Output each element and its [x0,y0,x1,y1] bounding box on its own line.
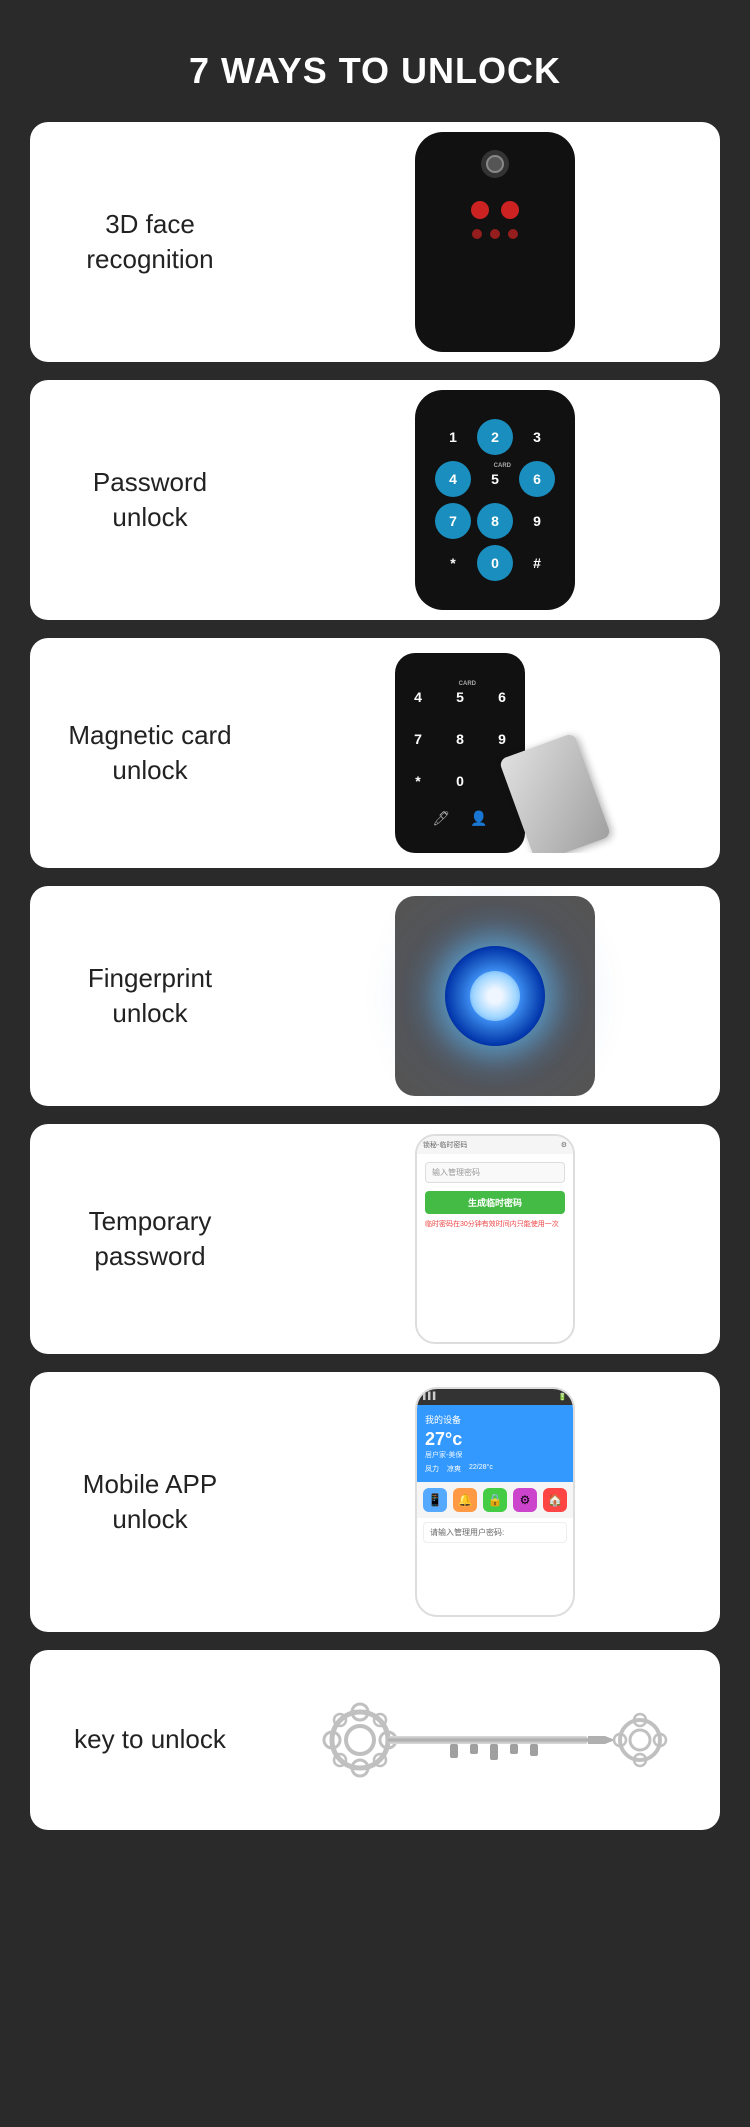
mobile-app-unlock-label: Mobile APPunlock [30,1447,270,1557]
temporary-password-label: Temporarypassword [30,1184,270,1294]
card-password-unlock: Passwordunlock 1 2 3 4 5CARD 6 7 8 9 * 0… [30,380,720,620]
temp-app-phone: 锁秘-临时密码 ⚙ 输入管理密码 生成临时密码 临时密码在30分钟有效时间内只能… [415,1134,575,1344]
mag-keypad: 4 5CARD 6 7 8 9 * 0 🖊 👤 [395,653,525,853]
key-visual-container [270,1690,720,1790]
face-phone [415,132,575,352]
bottom-dot-3 [508,229,518,239]
mag-key-5: 5CARD [442,679,478,715]
key-6: 6 [519,461,555,497]
mobile-app-phone: ▌▌▌ 🔋 我的设备 27°c 居户家-美保 凤力 凉爽 22/28°c 📱 🔔… [415,1387,575,1617]
key-unlock-label: key to unlock [30,1702,270,1777]
mobile-app-header: 我的设备 27°c 居户家-美保 凤力 凉爽 22/28°c [417,1405,573,1482]
mag-key-6: 6 [484,679,520,715]
mobile-temperature: 27°c [425,1429,565,1450]
key-9: 9 [519,503,555,539]
temp-app-generate-btn[interactable]: 生成临时密码 [425,1191,565,1214]
mobile-icon-3[interactable]: 🔒 [483,1488,507,1512]
mobile-app-topbar: ▌▌▌ 🔋 [417,1389,573,1405]
ir-dot-1 [471,201,489,219]
mobile-battery-icon: 🔋 [558,1393,567,1401]
mag-bottom-icons: 🖊 👤 [432,810,487,827]
keypad-grid: 1 2 3 4 5CARD 6 7 8 9 * 0 # [435,419,555,581]
face-bottom-dots [472,229,518,239]
fingerprint-inner [470,971,520,1021]
key-star: * [435,545,471,581]
temporary-visual: 锁秘-临时密码 ⚙ 输入管理密码 生成临时密码 临时密码在30分钟有效时间内只能… [270,1124,720,1354]
password-visual: 1 2 3 4 5CARD 6 7 8 9 * 0 # [270,380,720,620]
key-visual [270,1690,720,1790]
temp-app-topbar: 锁秘-临时密码 ⚙ [417,1136,573,1154]
temp-app-settings: ⚙ [561,1141,567,1149]
key-svg [320,1700,670,1780]
face-recognition-visual [270,122,720,362]
card-face-recognition: 3D facerecognition [30,122,720,362]
mobile-stats: 凤力 凉爽 22/28°c [425,1464,565,1474]
mobile-password-input[interactable]: 请输入管理用户密码: [423,1522,567,1543]
key-0: 0 [477,545,513,581]
keypad-phone: 1 2 3 4 5CARD 6 7 8 9 * 0 # [415,390,575,610]
bottom-dot-2 [490,229,500,239]
mag-key-7: 7 [400,721,436,757]
card-temporary-password: Temporarypassword 锁秘-临时密码 ⚙ 输入管理密码 生成临时密… [30,1124,720,1354]
face-recognition-label: 3D facerecognition [30,187,270,297]
magnetic-visual: 4 5CARD 6 7 8 9 * 0 🖊 👤 [270,653,720,853]
card-mobile-app-unlock: Mobile APPunlock ▌▌▌ 🔋 我的设备 27°c 居户家-美保 … [30,1372,720,1632]
bottom-dot-1 [472,229,482,239]
mobile-date: 22/28°c [469,1464,493,1474]
mag-key-0: 0 [442,763,478,799]
temp-app-content: 输入管理密码 生成临时密码 临时密码在30分钟有效时间内只能使用一次 [417,1154,573,1342]
mag-icon-person: 👤 [470,810,487,827]
mobile-icon-4[interactable]: ⚙ [513,1488,537,1512]
key-7: 7 [435,503,471,539]
mobile-stat-2: 凉爽 [447,1464,461,1474]
key-3: 3 [519,419,555,455]
temp-app-hint: 临时密码在30分钟有效时间内只能使用一次 [425,1220,565,1230]
magnetic-unlock-label: Magnetic cardunlock [30,698,270,808]
card-key-unlock: key to unlock [30,1650,720,1830]
mobile-stat-1: 凤力 [425,1464,439,1474]
camera-icon [481,150,509,178]
mag-icon-feather: 🖊 [432,810,450,827]
mobile-device-title: 我的设备 [425,1413,565,1426]
mobile-icon-5[interactable]: 🏠 [543,1488,567,1512]
key-5: 5CARD [477,461,513,497]
fingerprint-unlock-label: Fingerprintunlock [30,941,270,1051]
ir-dot-2 [501,201,519,219]
mobile-icon-2[interactable]: 🔔 [453,1488,477,1512]
mobile-app-visual: ▌▌▌ 🔋 我的设备 27°c 居户家-美保 凤力 凉爽 22/28°c 📱 🔔… [270,1377,720,1627]
key-2: 2 [477,419,513,455]
magnetic-card-container: 4 5CARD 6 7 8 9 * 0 🖊 👤 [395,653,595,853]
temp-app-input: 输入管理密码 [425,1162,565,1183]
key-1: 1 [435,419,471,455]
key-8: 8 [477,503,513,539]
mag-key-9: 9 [484,721,520,757]
fingerprint-visual [270,886,720,1106]
mag-key-4: 4 [400,679,436,715]
mobile-location: 居户家-美保 [425,1450,565,1460]
mobile-signal-icon: ▌▌▌ [423,1393,438,1401]
card-fingerprint-unlock: Fingerprintunlock [30,886,720,1106]
mag-key-star: * [400,763,436,799]
fingerprint-phone [395,896,595,1096]
card-magnetic-unlock: Magnetic cardunlock 4 5CARD 6 7 8 9 * 0 [30,638,720,868]
temp-app-title: 锁秘-临时密码 [423,1140,467,1150]
key-hash: # [519,545,555,581]
page-title: 7 WAYS TO UNLOCK [30,20,720,122]
mag-key-8: 8 [442,721,478,757]
mobile-icons-row: 📱 🔔 🔒 ⚙ 🏠 [417,1482,573,1518]
face-ir-dots [471,201,519,219]
mag-keypad-grid: 4 5CARD 6 7 8 9 * 0 [400,679,520,799]
key-4: 4 [435,461,471,497]
mobile-icon-1[interactable]: 📱 [423,1488,447,1512]
password-unlock-label: Passwordunlock [30,445,270,555]
fingerprint-glow [445,946,545,1046]
